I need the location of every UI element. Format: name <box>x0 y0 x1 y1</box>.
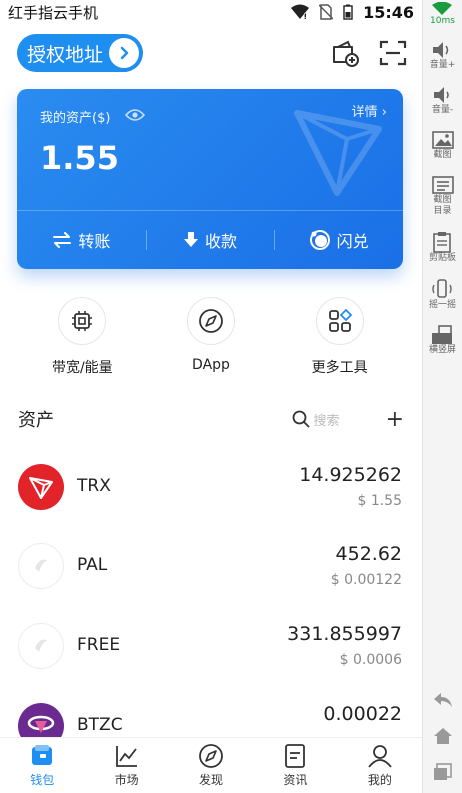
compass-icon <box>199 309 223 333</box>
asset-search[interactable]: 搜索 <box>292 410 340 429</box>
clipboard-icon <box>433 232 452 253</box>
assets-title: 资产 <box>18 410 54 431</box>
token-symbol: PAL <box>77 555 108 575</box>
swap-button[interactable]: 闪兑 <box>274 211 403 269</box>
status-time: 15:46 <box>363 2 414 22</box>
pal-logo-icon <box>18 543 64 589</box>
free-logo-icon <box>18 623 64 669</box>
market-icon <box>115 746 137 767</box>
detail-link[interactable]: 详情 › <box>352 101 387 120</box>
token-symbol: BTZC <box>77 715 123 735</box>
home-icon[interactable] <box>433 727 453 745</box>
token-value: $ 0.00122 <box>330 572 402 588</box>
chip-icon <box>72 311 93 331</box>
discover-icon <box>199 744 223 768</box>
bandwidth-energy-button[interactable]: 带宽/能量 <box>32 297 132 377</box>
token-balance: 452.62 <box>335 543 402 565</box>
volume-down-icon <box>433 87 449 103</box>
shake-button[interactable]: 摇一摇 <box>429 278 456 311</box>
token-symbol: FREE <box>77 635 121 655</box>
eye-icon[interactable] <box>125 108 145 122</box>
swap-icon <box>309 230 330 250</box>
signal-wifi-icon <box>432 2 453 15</box>
dapp-button[interactable]: DApp <box>161 297 261 377</box>
screenshot-folder-icon <box>431 176 454 194</box>
rotate-icon <box>432 325 453 344</box>
token-symbol: TRX <box>77 476 111 496</box>
volume-down-button[interactable]: 音量- <box>432 85 454 116</box>
token-balance: 0.00022 <box>323 703 402 725</box>
add-token-button[interactable]: + <box>386 407 404 432</box>
asset-card: 我的资产($) 详情 › 1.55 转账 收款 闪兑 <box>17 89 403 269</box>
rotate-button[interactable]: 横竖屏 <box>429 325 456 356</box>
status-app-name: 红手指云手机 <box>8 3 99 22</box>
token-value: $ 0.0006 <box>339 652 402 668</box>
search-placeholder: 搜索 <box>313 413 340 429</box>
nav-wallet[interactable]: 钱包 <box>0 738 84 793</box>
screenshot-button[interactable]: 截图 <box>431 130 454 161</box>
add-wallet-icon[interactable] <box>330 38 360 68</box>
authorize-address-button[interactable]: 授权地址 <box>17 34 143 72</box>
receive-button[interactable]: 收款 <box>145 211 275 269</box>
screenshot-icon <box>431 131 454 149</box>
wallet-icon <box>32 745 53 765</box>
token-balance: 331.855997 <box>287 623 402 645</box>
my-assets-label: 我的资产($) <box>40 111 111 126</box>
tools-row: 带宽/能量 DApp 更多工具 <box>0 297 422 377</box>
authorize-address-label: 授权地址 <box>27 43 104 66</box>
token-row-free[interactable]: FREE 331.855997 $ 0.0006 <box>18 621 404 685</box>
back-icon[interactable] <box>433 691 453 709</box>
screenshot-folder-button[interactable]: 截图目录 <box>431 175 455 217</box>
clipboard-button[interactable]: 剪贴板 <box>429 231 456 264</box>
grid-icon <box>328 309 352 332</box>
trx-logo-icon <box>18 464 64 510</box>
nav-market[interactable]: 市场 <box>84 738 168 793</box>
ping-label: 10ms <box>430 16 455 26</box>
volume-up-icon <box>433 42 449 58</box>
battery-icon <box>343 4 353 20</box>
shake-icon <box>432 279 453 298</box>
bottom-nav: 钱包 市场 发现 资讯 我的 <box>0 737 422 793</box>
assets-header: 资产 搜索 + <box>18 405 404 433</box>
token-balance: 14.925262 <box>299 464 402 486</box>
recent-apps-icon[interactable] <box>433 763 453 781</box>
transfer-button[interactable]: 转账 <box>17 211 146 269</box>
nav-discover[interactable]: 发现 <box>169 738 253 793</box>
nav-news[interactable]: 资讯 <box>253 738 337 793</box>
search-icon <box>292 410 310 428</box>
status-bar: 红手指云手机 15:46 <box>0 0 422 24</box>
total-asset-amount: 1.55 <box>40 139 119 177</box>
chevron-right-icon <box>109 38 139 68</box>
volume-up-button[interactable]: 音量+ <box>430 40 455 71</box>
emulator-side-toolbar: 10ms 音量+ 音量- 截图 截图目录 剪贴板 摇一摇 横竖屏 <box>422 0 462 793</box>
news-icon <box>285 744 306 768</box>
scan-icon[interactable] <box>378 38 408 68</box>
token-row-pal[interactable]: PAL 452.62 $ 0.00122 <box>18 541 404 605</box>
nav-profile[interactable]: 我的 <box>338 738 422 793</box>
no-sim-icon <box>319 4 334 20</box>
more-tools-button[interactable]: 更多工具 <box>290 297 390 377</box>
profile-icon <box>368 745 392 768</box>
receive-icon <box>184 232 198 247</box>
transfer-icon <box>53 232 72 248</box>
token-row-trx[interactable]: TRX 14.925262 $ 1.55 <box>18 462 404 526</box>
token-value: $ 1.55 <box>357 493 402 509</box>
wifi-icon <box>291 4 310 19</box>
